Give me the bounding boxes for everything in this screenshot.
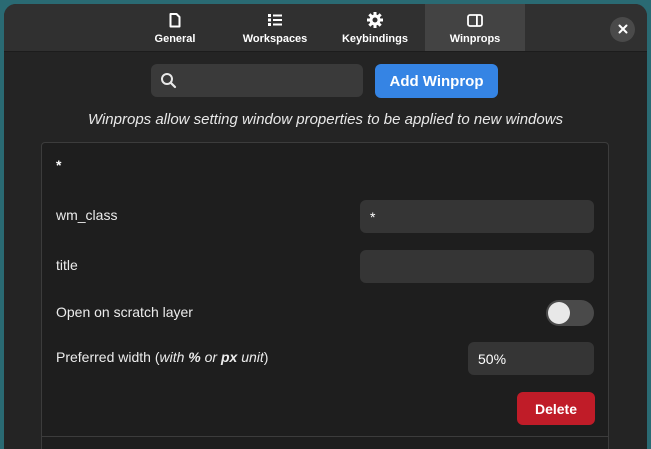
title-label: title (56, 257, 78, 273)
search-input[interactable] (185, 64, 355, 97)
width-label-suffix: ) (263, 349, 269, 365)
search-icon (160, 72, 177, 94)
preferred-width-field[interactable] (468, 342, 594, 375)
width-label-pct: % (188, 349, 201, 365)
tab-workspaces[interactable]: Workspaces (225, 4, 325, 51)
tab-general[interactable]: General (125, 4, 225, 51)
scratch-layer-label: Open on scratch layer (56, 304, 193, 320)
wm-class-label: wm_class (56, 207, 118, 223)
close-icon (618, 21, 628, 39)
app-window: General Workspaces Keybindings Winprops … (4, 4, 647, 449)
list-icon (267, 12, 283, 28)
title-field[interactable] (360, 250, 594, 283)
width-label-px: px (220, 349, 238, 365)
close-button[interactable] (610, 17, 635, 42)
tab-winprops[interactable]: Winprops (425, 4, 525, 51)
winprop-title: * (56, 157, 62, 173)
wm-class-field[interactable] (360, 200, 594, 233)
card-divider (42, 436, 608, 437)
preferred-width-label: Preferred width (with % or px unit) (56, 349, 268, 365)
tab-general-label: General (154, 33, 196, 45)
search-field[interactable] (151, 64, 363, 97)
add-winprop-button[interactable]: Add Winprop (375, 64, 498, 98)
header-bar: General Workspaces Keybindings Winprops (4, 4, 647, 52)
gear-icon (367, 12, 383, 28)
tab-keybindings[interactable]: Keybindings (325, 4, 425, 51)
width-label-prefix: Preferred width ( (56, 349, 160, 365)
tab-keybindings-label: Keybindings (341, 33, 408, 45)
winprop-card: * wm_class title Open on scratch layer P… (41, 142, 609, 449)
width-label-unit: unit (237, 349, 264, 365)
document-icon (167, 12, 183, 28)
window-icon (467, 12, 483, 28)
tab-workspaces-label: Workspaces (242, 33, 308, 45)
toggle-knob (548, 302, 570, 324)
width-label-or: or (200, 349, 221, 365)
tab-winprops-label: Winprops (449, 33, 501, 45)
winprops-description: Winprops allow setting window properties… (87, 111, 564, 128)
scratch-layer-toggle[interactable] (546, 300, 594, 326)
delete-button[interactable]: Delete (517, 392, 595, 425)
width-label-hint: with % or px unit (159, 349, 263, 365)
width-label-with: with (159, 349, 189, 365)
